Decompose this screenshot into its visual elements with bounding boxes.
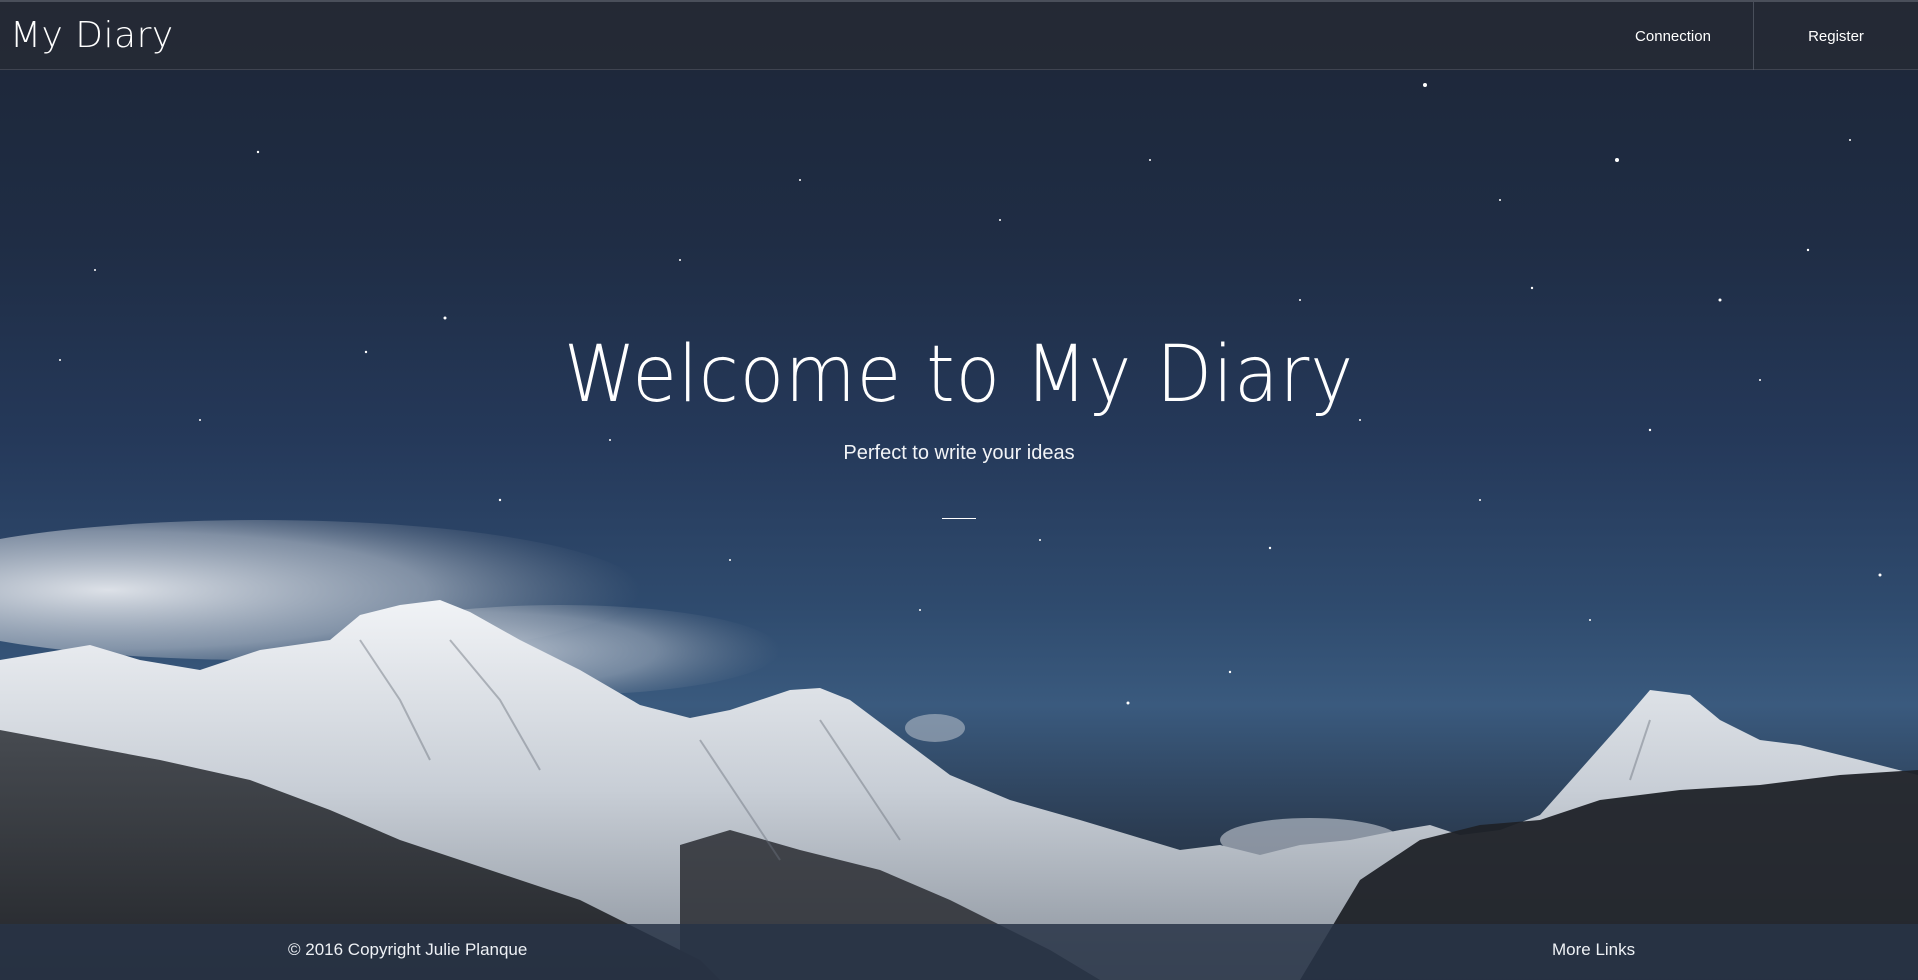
- nav-connection-link[interactable]: Connection: [1593, 2, 1753, 70]
- hero-divider: [942, 518, 976, 519]
- hero-section: Welcome to My Diary Perfect to write you…: [0, 320, 1918, 519]
- footer: © 2016 Copyright Julie Planque More Link…: [0, 924, 1918, 980]
- brand-logo-link[interactable]: My Diary: [10, 12, 174, 60]
- page: My Diary Connection Register Welcome to …: [0, 0, 1918, 980]
- footer-copyright: © 2016 Copyright Julie Planque: [288, 940, 528, 959]
- nav-register-link[interactable]: Register: [1753, 2, 1918, 70]
- hero-subtitle: Perfect to write your ideas: [843, 442, 1075, 464]
- footer-more-links[interactable]: More Links: [1552, 940, 1635, 960]
- main-nav: Connection Register: [1593, 2, 1918, 70]
- top-navbar: My Diary Connection Register: [0, 0, 1918, 70]
- hero-title: Welcome to My Diary: [563, 330, 1355, 420]
